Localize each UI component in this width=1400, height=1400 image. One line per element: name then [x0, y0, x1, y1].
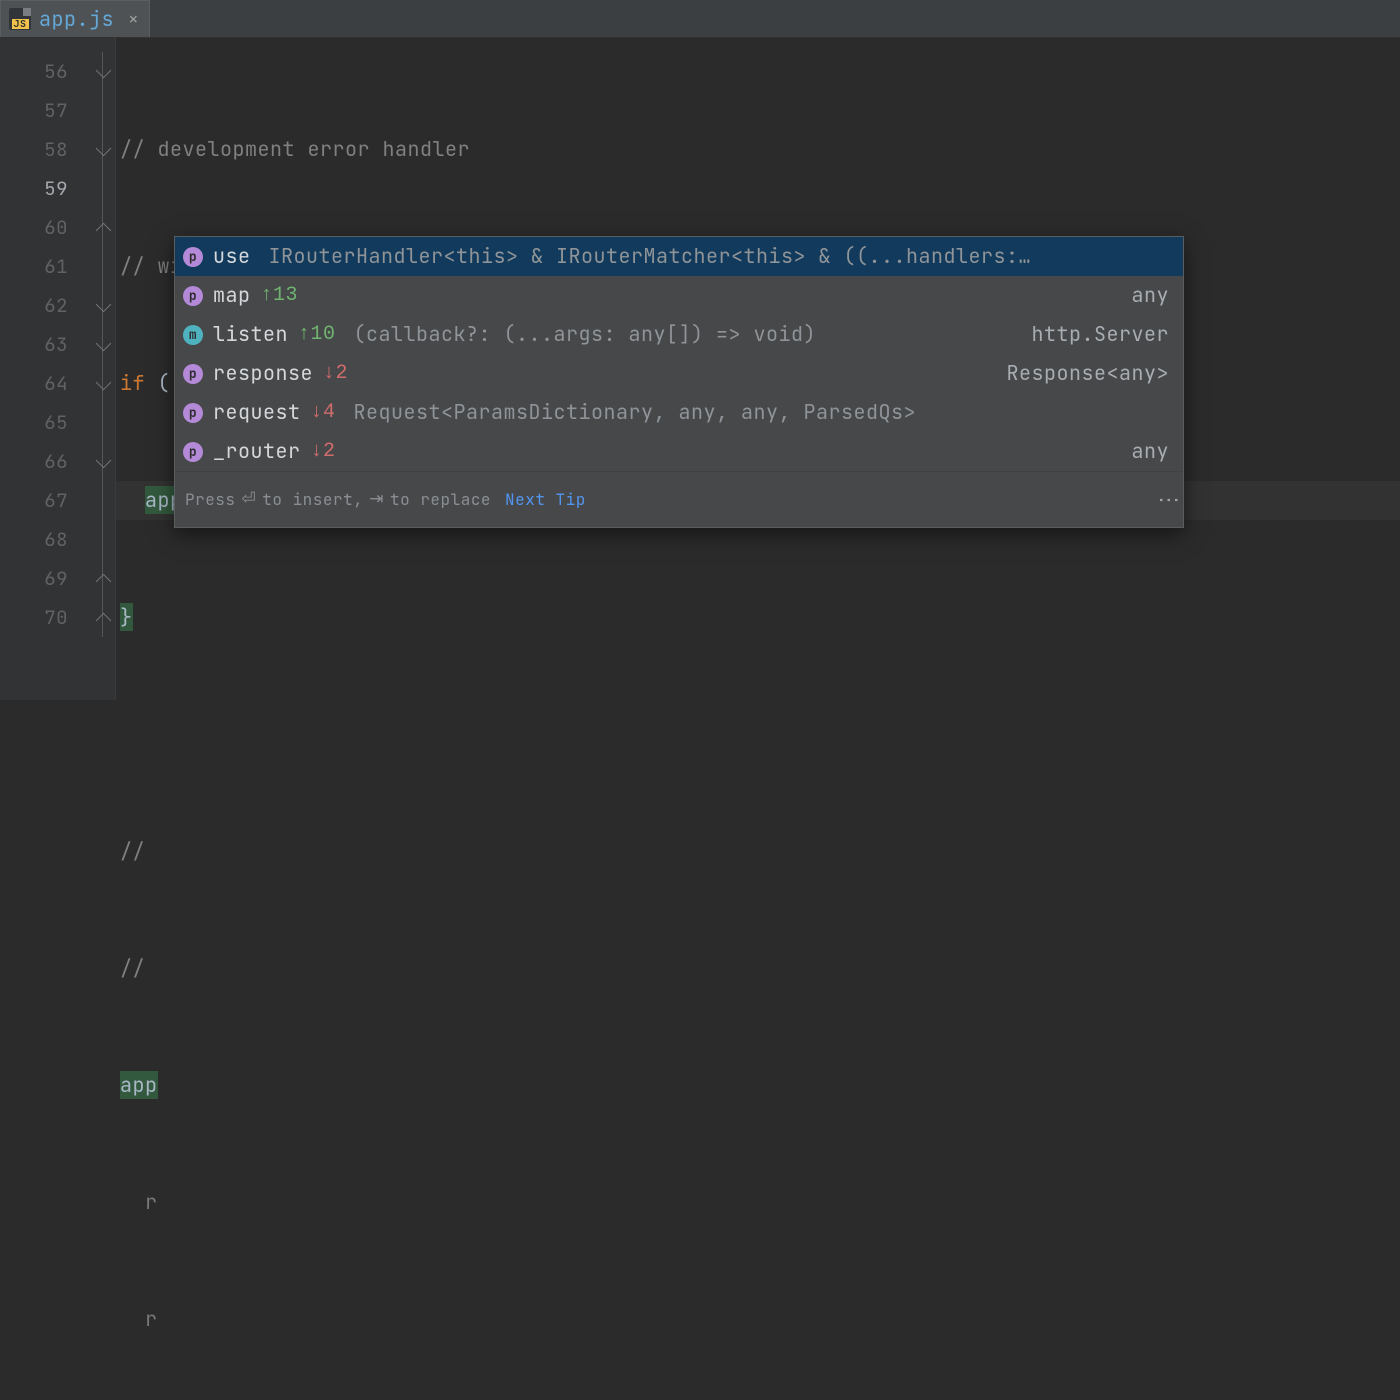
fold-marker-icon[interactable] — [92, 598, 115, 637]
line-number: 60 — [0, 208, 68, 247]
property-icon: p — [183, 403, 203, 423]
tab-key-icon: ⇥ — [369, 480, 384, 519]
line-number: 64 — [0, 364, 68, 403]
autocomplete-item[interactable]: p _router ↓2 any — [175, 432, 1183, 471]
completion-name: response — [213, 354, 313, 393]
autocomplete-item[interactable]: mlisten ↑10 (callback?: (...args: any[]) =… — [175, 315, 1183, 354]
fold-column[interactable] — [92, 38, 116, 700]
property-icon: p — [183, 247, 203, 267]
next-tip-link[interactable]: Next Tip — [505, 480, 586, 519]
line-number: 66 — [0, 442, 68, 481]
fold-spacer — [92, 169, 115, 208]
autocomplete-item[interactable]: pmap ↑13 any — [175, 276, 1183, 315]
more-options-icon[interactable]: ⋮ — [1165, 489, 1173, 511]
line-number: 61 — [0, 247, 68, 286]
hint-text: Press — [185, 480, 236, 519]
fold-marker-icon[interactable] — [92, 559, 115, 598]
editor: 565758596061626364656667686970 // develo… — [0, 38, 1400, 700]
code-line: // development error handler — [116, 130, 1400, 169]
fold-spacer — [92, 91, 115, 130]
code-line: // — [116, 949, 1400, 988]
code-line: } — [116, 598, 1400, 637]
line-number: 69 — [0, 559, 68, 598]
code-line: r — [116, 1300, 1400, 1339]
return-type: any — [1132, 432, 1170, 471]
close-icon[interactable]: × — [128, 8, 139, 31]
fold-marker-icon[interactable] — [92, 364, 115, 403]
file-tab[interactable]: JS app.js × — [0, 0, 150, 37]
property-icon: p — [183, 364, 203, 384]
line-number: 70 — [0, 598, 68, 637]
rank-indicator: ↓2 — [323, 354, 348, 393]
autocomplete-popup: puseIRouterHandler<this> & IRouterMatche… — [174, 236, 1184, 528]
fold-spacer — [92, 247, 115, 286]
property-icon: p — [183, 286, 203, 306]
return-type: Response<any> — [1007, 354, 1170, 393]
autocomplete-footer: Press⏎to insert,⇥to replace Next Tip ⋮ — [175, 471, 1183, 527]
return-type: any — [1132, 276, 1170, 315]
property-icon: p — [183, 442, 203, 462]
completion-name: listen — [213, 315, 288, 354]
js-file-icon: JS — [9, 8, 31, 30]
method-icon: m — [183, 325, 203, 345]
enter-key-icon: ⏎ — [242, 480, 257, 519]
fold-marker-icon[interactable] — [92, 286, 115, 325]
line-number: 67 — [0, 481, 68, 520]
line-number: 68 — [0, 520, 68, 559]
fold-spacer — [92, 520, 115, 559]
code-line: // — [116, 832, 1400, 871]
rank-indicator: ↑13 — [261, 276, 299, 315]
completion-name: use — [213, 237, 251, 276]
code-line — [116, 715, 1400, 754]
completion-name: request — [213, 393, 301, 432]
code-line: app — [116, 1066, 1400, 1105]
rank-indicator: ↑10 — [298, 315, 336, 354]
completion-name: _router — [213, 432, 301, 471]
line-number-gutter: 565758596061626364656667686970 — [0, 38, 92, 700]
code-line: r — [116, 1183, 1400, 1222]
autocomplete-item[interactable]: p response ↓2 Response<any> — [175, 354, 1183, 393]
line-number: 57 — [0, 91, 68, 130]
hint-text: to replace — [390, 480, 491, 519]
line-number: 65 — [0, 403, 68, 442]
line-number: 63 — [0, 325, 68, 364]
fold-spacer — [92, 481, 115, 520]
completion-type: IRouterHandler<this> & IRouterMatcher<th… — [269, 237, 1170, 276]
rank-indicator: ↓2 — [311, 432, 336, 471]
rank-indicator: ↓4 — [311, 393, 336, 432]
fold-spacer — [92, 403, 115, 442]
completion-type: Request<ParamsDictionary, any, any, Pars… — [354, 393, 1169, 432]
code-area[interactable]: // development error handler // will pri… — [116, 38, 1400, 700]
autocomplete-item[interactable]: p request ↓4 Request<ParamsDictionary, any,… — [175, 393, 1183, 432]
fold-marker-icon[interactable] — [92, 325, 115, 364]
fold-marker-icon[interactable] — [92, 130, 115, 169]
fold-marker-icon[interactable] — [92, 442, 115, 481]
tab-filename: app.js — [39, 6, 114, 32]
line-number: 62 — [0, 286, 68, 325]
autocomplete-item[interactable]: puse IRouterHandler<this> & IRouterMatche… — [175, 237, 1183, 276]
completion-name: map — [213, 276, 251, 315]
return-type: http.Server — [1032, 315, 1170, 354]
line-number: 59 — [0, 169, 68, 208]
line-number: 56 — [0, 52, 68, 91]
completion-type: (callback?: (...args: any[]) => void) — [354, 315, 1022, 354]
fold-marker-icon[interactable] — [92, 52, 115, 91]
hint-text: to insert, — [262, 480, 363, 519]
line-number: 58 — [0, 130, 68, 169]
tab-bar: JS app.js × — [0, 0, 1400, 38]
fold-marker-icon[interactable] — [92, 208, 115, 247]
